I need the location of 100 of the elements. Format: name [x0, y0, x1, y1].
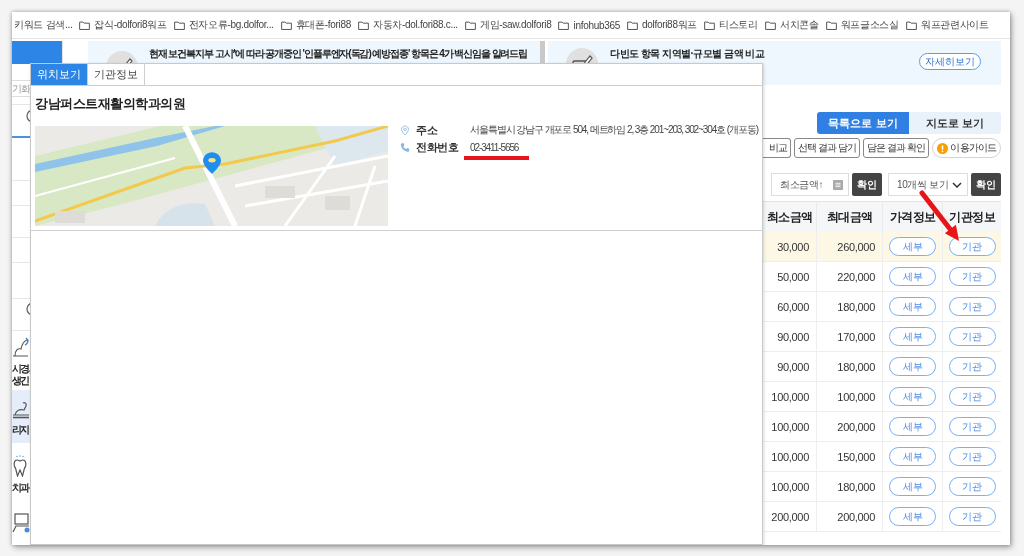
- bookmark-link[interactable]: 전자오류-bg.dolfor...: [173, 18, 274, 32]
- confirm-button[interactable]: 확인: [852, 173, 882, 196]
- folder-icon: [704, 20, 716, 30]
- page-size-value: 10개씩 보기: [897, 177, 949, 192]
- table-row[interactable]: 200,000 200,000 세부 기관: [763, 502, 1001, 532]
- institution-button[interactable]: 기관: [948, 507, 996, 526]
- table-row[interactable]: 30,000 260,000 세부 기관: [763, 232, 1001, 262]
- detail-button[interactable]: 세부: [889, 267, 936, 286]
- sort-select-value: 최소금액↑: [780, 177, 823, 192]
- category-label: 리지: [12, 424, 29, 435]
- bookmark-link[interactable]: 워프글소스실: [825, 18, 899, 32]
- view-tab[interactable]: 지도로 보기: [909, 112, 1001, 134]
- table-cell-text: 50,000: [776, 269, 810, 285]
- table-row[interactable]: 100,000 180,000 세부 기관: [763, 472, 1001, 502]
- category-label: 생긴: [12, 375, 29, 386]
- phone-icon: [400, 141, 410, 153]
- chevron-down-icon: [952, 181, 962, 188]
- table-cell-text: 100,000: [770, 419, 810, 435]
- sidebar-header: [12, 41, 62, 64]
- table-cell-text: 200,000: [770, 509, 810, 525]
- table-cell: 150,000: [816, 442, 882, 471]
- map-pin-icon: [203, 152, 221, 174]
- detail-button[interactable]: 세부: [889, 237, 936, 256]
- folder-icon: [79, 20, 91, 30]
- detail-button[interactable]: 세부: [889, 327, 936, 346]
- detail-button[interactable]: 세부: [889, 447, 936, 466]
- action-button[interactable]: 비교: [763, 138, 791, 158]
- table-cell: 200,000: [816, 412, 882, 441]
- folder-icon: [825, 20, 837, 30]
- detail-button[interactable]: 세부: [889, 417, 936, 436]
- table-cell: 100,000: [816, 382, 882, 411]
- category-label: 치과: [12, 482, 29, 493]
- bookmark-link[interactable]: 티스토리: [704, 18, 758, 32]
- clinic-name: 강남퍼스트재활의학과의원: [35, 95, 186, 112]
- detail-button[interactable]: 세부: [889, 357, 936, 376]
- detail-button[interactable]: 세부: [889, 507, 936, 526]
- bookmark-link[interactable]: infohub365: [558, 19, 620, 31]
- detail-button[interactable]: 세부: [889, 477, 936, 496]
- exclamation-icon: [937, 142, 949, 154]
- table-row[interactable]: 90,000 170,000 세부 기관: [763, 322, 1001, 352]
- bookmark-link[interactable]: dolfori88워프: [627, 18, 698, 32]
- institution-button[interactable]: 기관: [948, 267, 996, 286]
- notice-text: 다빈도 항목 지역별·규모별 금액 비교: [610, 47, 765, 61]
- field-value: 02-3411-5656: [470, 141, 519, 153]
- list-icon: [833, 179, 843, 190]
- bookmark-link[interactable]: 서치콘솔: [764, 18, 819, 32]
- folder-icon: [558, 20, 570, 30]
- table-row[interactable]: 60,000 180,000 세부 기관: [763, 292, 1001, 322]
- category-label: 시경,: [12, 363, 30, 374]
- monitor-icon: [12, 512, 30, 534]
- table-cell: 220,000: [816, 262, 882, 291]
- folder-icon: [173, 20, 185, 30]
- guide-button[interactable]: 이용가이드: [932, 138, 1001, 158]
- location-pin-icon: [400, 124, 410, 136]
- table-cell-text: 100,000: [770, 449, 810, 465]
- table-row[interactable]: 90,000 180,000 세부 기관: [763, 352, 1001, 382]
- institution-button[interactable]: 기관: [948, 417, 996, 436]
- bookmark-link[interactable]: 휴대폰-fori88: [280, 18, 351, 32]
- view-tab[interactable]: 목록으로 보기: [817, 112, 909, 134]
- field-label: 주소: [416, 122, 439, 138]
- table-cell: 170,000: [816, 322, 882, 351]
- table-cell-text: 100,000: [770, 479, 810, 495]
- table-cell: 180,000: [816, 352, 882, 381]
- institution-button[interactable]: 기관: [948, 357, 996, 376]
- institution-button[interactable]: 기관: [948, 327, 996, 346]
- confirm-button[interactable]: 확인: [971, 173, 1001, 196]
- notice-text: 현재 보건복지부 고시*에 따라 공개중인 '인플루엔자(독감) 예방접종' 항목은 4가 백신임을 알려드립: [149, 47, 528, 61]
- page-size-select[interactable]: 10개씩 보기: [888, 173, 968, 196]
- table-row[interactable]: 100,000 200,000 세부 기관: [763, 412, 1001, 442]
- curved-tube-icon: [12, 336, 30, 358]
- table-cell: 200,000: [816, 502, 882, 531]
- column-header: 최소금액: [765, 208, 814, 226]
- institution-button[interactable]: 기관: [948, 387, 996, 406]
- institution-button[interactable]: 기관: [948, 477, 996, 496]
- popup-tab[interactable]: 위치보기: [31, 64, 88, 85]
- table-cell-text: 30,000: [776, 239, 810, 255]
- sort-select[interactable]: 최소금액↑: [771, 173, 849, 196]
- table-row[interactable]: 100,000 150,000 세부 기관: [763, 442, 1001, 472]
- bookmark-link[interactable]: 워프관련사이트: [905, 18, 989, 32]
- institution-button[interactable]: 기관: [948, 237, 996, 256]
- table-row[interactable]: 50,000 220,000 세부 기관: [763, 262, 1001, 292]
- field-label: 전화번호: [416, 139, 460, 155]
- bookmark-link[interactable]: 잡식-dolfori8워프: [79, 18, 167, 32]
- folder-icon: [464, 20, 476, 30]
- folder-icon: [627, 20, 638, 30]
- table-cell-text: 100,000: [770, 389, 810, 405]
- institution-button[interactable]: 기관: [948, 447, 996, 466]
- action-button[interactable]: 선택 결과 담기: [793, 138, 861, 158]
- bookmark-link[interactable]: 키워드 검색...: [14, 18, 73, 32]
- table-cell-text: 90,000: [776, 329, 810, 345]
- bookmark-link[interactable]: 자동차-dol.fori88.c...: [357, 18, 458, 32]
- details-button[interactable]: 자세히보기: [919, 53, 981, 70]
- table-row[interactable]: 100,000 100,000 세부 기관: [763, 382, 1001, 412]
- detail-button[interactable]: 세부: [889, 387, 936, 406]
- table-cell-text: 60,000: [776, 299, 810, 315]
- folder-icon: [357, 20, 369, 30]
- institution-button[interactable]: 기관: [948, 297, 996, 316]
- action-button[interactable]: 담은 결과 확인: [863, 138, 930, 158]
- detail-button[interactable]: 세부: [889, 297, 936, 316]
- bookmark-link[interactable]: 게임-saw.dolfori8: [464, 18, 552, 32]
